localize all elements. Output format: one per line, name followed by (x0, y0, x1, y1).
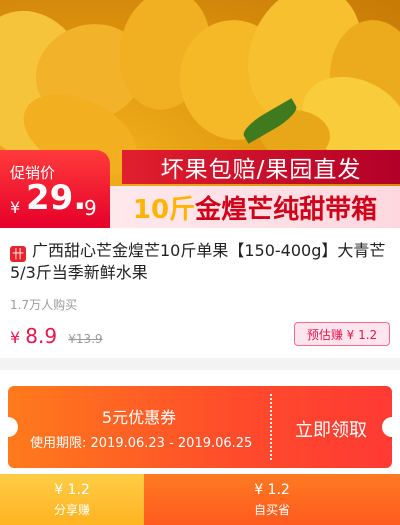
coupon-title: 5元优惠券 (101, 408, 177, 427)
coupon-card[interactable]: 5元优惠券 使用期限: 2019.06.23 - 2019.06.25 立即领取 (8, 386, 392, 468)
self-buy-label: 自买省 (253, 503, 290, 517)
self-buy-amount: ¥ 1.2 (254, 482, 290, 498)
original-price: ¥13.9 (68, 332, 103, 346)
current-price: 8.9 (25, 324, 58, 348)
promo-banner-line2: 10斤 金煌芒纯甜带箱 (110, 186, 400, 228)
promo-weight: 10斤 (132, 194, 196, 225)
price-row: ¥ 8.9 ¥13.9 (10, 324, 103, 350)
promo-price-currency: ¥ (10, 198, 21, 217)
share-earn-label: 分享赚 (53, 503, 90, 517)
promo-price-value: 29. (26, 178, 87, 218)
share-earn-button[interactable]: ¥ 1.2 分享赚 (0, 474, 144, 525)
promo-price-tag: 促销价 ¥ 29. 9 (0, 150, 110, 228)
claim-coupon-button[interactable]: 立即领取 (270, 416, 392, 442)
coupon-period: 使用期限: 2019.06.23 - 2019.06.25 (30, 436, 253, 451)
bottom-action-bar: ¥ 1.2 分享赚 ¥ 1.2 自买省 (0, 474, 400, 525)
coupon-info: 5元优惠券 使用期限: 2019.06.23 - 2019.06.25 (8, 386, 270, 468)
promo-price-decimal: 9 (84, 196, 97, 220)
share-earn-amount: ¥ 1.2 (54, 482, 90, 498)
product-hero-image: 促销价 ¥ 29. 9 坏果包赔/果园直发 10斤 金煌芒纯甜带箱 (0, 0, 400, 228)
promo-product-name: 金煌芒纯甜带箱 (195, 194, 378, 225)
product-title-block: 卄广西甜心芒金煌芒10斤单果【150-400g】大青芒5/3斤当季新鲜水果 (10, 240, 392, 284)
product-title: 广西甜心芒金煌芒10斤单果【150-400g】大青芒5/3斤当季新鲜水果 (10, 241, 386, 282)
estimated-earnings-badge: 预估赚 ¥ 1.2 (294, 322, 390, 346)
shop-icon: 卄 (10, 246, 26, 262)
promo-banner-line1: 坏果包赔/果园直发 (122, 150, 400, 184)
price-currency: ¥ (10, 328, 21, 347)
section-divider (0, 358, 400, 370)
self-buy-save-button[interactable]: ¥ 1.2 自买省 (144, 474, 400, 525)
sold-count: 1.7万人购买 (10, 298, 78, 312)
